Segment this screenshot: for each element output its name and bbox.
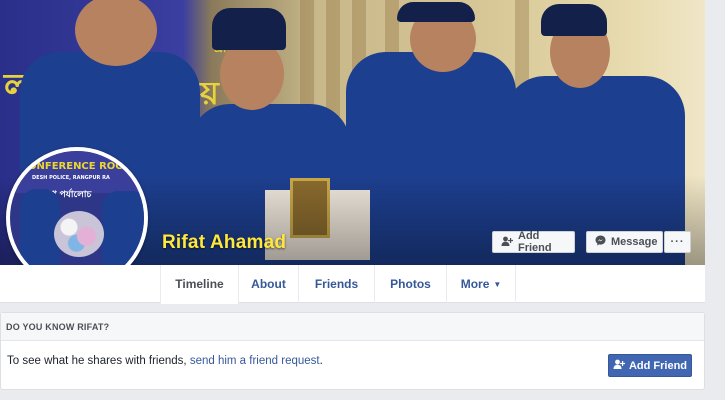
add-friend-icon	[501, 236, 514, 249]
caret-down-icon: ▼	[493, 279, 502, 289]
officer-cap	[212, 8, 286, 50]
flower-bouquet	[54, 211, 104, 257]
tab-photos[interactable]: Photos	[374, 265, 446, 303]
avatar-banner-text: DESH POLICE, RANGPUR RA	[32, 175, 110, 181]
tab-more[interactable]: More ▼	[446, 265, 516, 303]
add-friend-button[interactable]: Add Friend	[492, 230, 575, 254]
officer-cap	[541, 4, 607, 36]
avatar-banner-text: ONFERENCE ROOM	[28, 161, 134, 172]
officer-cap	[397, 2, 475, 22]
know-card-heading: DO YOU KNOW RIFAT?	[1, 313, 704, 341]
message-icon	[595, 235, 606, 249]
more-options-button[interactable]: ···	[664, 231, 691, 253]
know-card-text: To see what he shares with friends, send…	[7, 355, 323, 367]
know-card-text-prefix: To see what he shares with friends,	[7, 355, 190, 367]
profile-name[interactable]: Rifat Ahamad	[162, 232, 286, 254]
tab-timeline[interactable]: Timeline	[160, 265, 238, 304]
tab-about[interactable]: About	[238, 265, 298, 303]
know-card-text-suffix: .	[319, 355, 323, 367]
profile-nav-bar: Timeline About Friends Photos More ▼	[0, 265, 705, 304]
add-friend-primary-label: Add Friend	[628, 359, 688, 372]
add-friend-icon	[613, 359, 626, 372]
add-friend-label: Add Friend	[518, 230, 552, 254]
tab-more-label: More	[460, 277, 490, 291]
message-button[interactable]: Message	[586, 231, 663, 253]
message-label: Message	[611, 236, 658, 248]
add-friend-primary-button[interactable]: Add Friend	[608, 354, 692, 377]
know-person-card: DO YOU KNOW RIFAT? To see what he shares…	[0, 312, 705, 390]
know-card-body: To see what he shares with friends, send…	[1, 341, 704, 389]
send-friend-request-link[interactable]: send him a friend request	[190, 355, 320, 367]
tab-friends[interactable]: Friends	[298, 265, 374, 303]
